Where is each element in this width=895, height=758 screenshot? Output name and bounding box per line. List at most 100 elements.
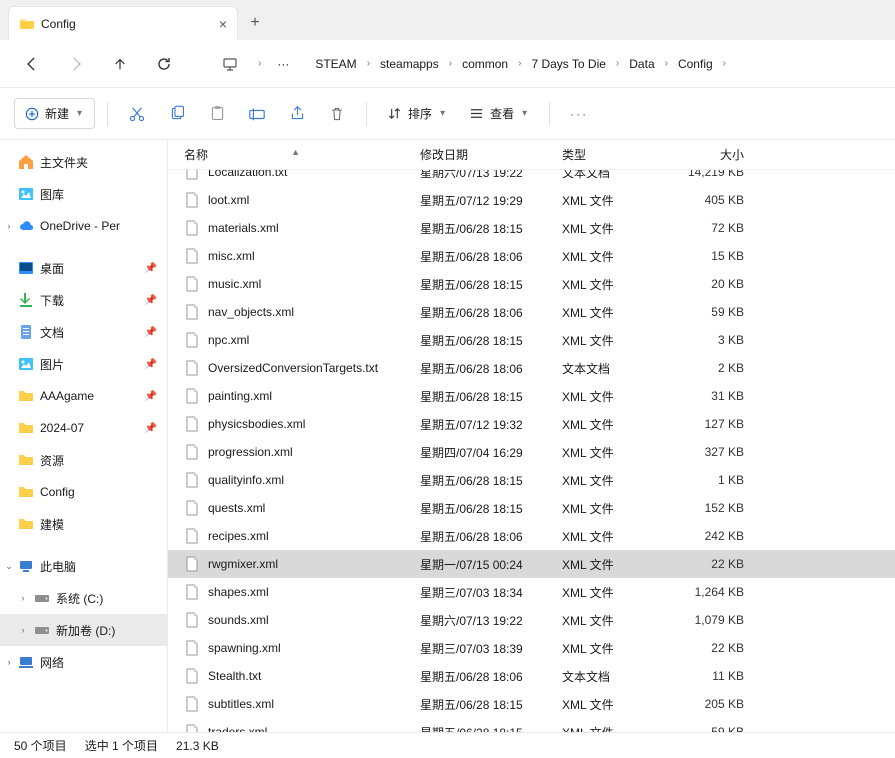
sidebar-item-config[interactable]: Config (0, 476, 167, 508)
pc-icon[interactable] (212, 46, 248, 82)
file-row[interactable]: sounds.xml星期六/07/13 19:22XML 文件1,079 KB (168, 606, 895, 634)
chevron-right-icon[interactable]: › (516, 58, 523, 69)
breadcrumb-steam[interactable]: STEAM (309, 53, 362, 75)
file-row[interactable]: misc.xml星期五/06/28 18:06XML 文件15 KB (168, 242, 895, 270)
view-button[interactable]: 查看 ▾ (461, 105, 537, 122)
breadcrumb-data[interactable]: Data (623, 53, 660, 75)
file-modified: 星期五/07/12 19:29 (420, 192, 562, 209)
refresh-button[interactable] (146, 46, 182, 82)
file-row[interactable]: spawning.xml星期三/07/03 18:39XML 文件22 KB (168, 634, 895, 662)
file-size: 242 KB (678, 529, 758, 543)
file-row[interactable]: npc.xml星期五/06/28 18:15XML 文件3 KB (168, 326, 895, 354)
file-name: traders.xml (208, 725, 267, 732)
file-type: XML 文件 (562, 248, 678, 265)
up-button[interactable] (102, 46, 138, 82)
sidebar-item-ziyuan[interactable]: 资源 (0, 444, 167, 476)
file-size: 22 KB (678, 641, 758, 655)
file-row[interactable]: Stealth.txt星期五/06/28 18:06文本文档11 KB (168, 662, 895, 690)
col-size[interactable]: 大小 (678, 146, 758, 163)
breadcrumb-steamapps[interactable]: steamapps (374, 53, 445, 75)
sidebar-item-d[interactable]: ›新加卷 (D:) (0, 614, 167, 646)
file-row[interactable]: OversizedConversionTargets.txt星期五/06/28 … (168, 354, 895, 382)
chevron-right-icon[interactable]: › (663, 58, 670, 69)
chevron-right-icon[interactable]: › (614, 58, 621, 69)
sidebar-item-thispc[interactable]: ⌄此电脑 (0, 550, 167, 582)
col-name[interactable]: 名称▲ (168, 146, 420, 163)
file-row[interactable]: materials.xml星期五/06/28 18:15XML 文件72 KB (168, 214, 895, 242)
paste-button[interactable] (200, 97, 234, 131)
sidebar-item-onedrive[interactable]: › OneDrive - Per (0, 210, 167, 242)
cut-button[interactable] (120, 97, 154, 131)
file-row[interactable]: shapes.xml星期三/07/03 18:34XML 文件1,264 KB (168, 578, 895, 606)
file-size: 1 KB (678, 473, 758, 487)
sidebar-item-c[interactable]: ›系统 (C:) (0, 582, 167, 614)
file-row[interactable]: nav_objects.xml星期五/06/28 18:06XML 文件59 K… (168, 298, 895, 326)
sidebar-item-aaagame[interactable]: AAAgame📌 (0, 380, 167, 412)
file-row[interactable]: loot.xml星期五/07/12 19:29XML 文件405 KB (168, 186, 895, 214)
breadcrumb-common[interactable]: common (456, 53, 514, 75)
delete-button[interactable] (320, 97, 354, 131)
file-row[interactable]: painting.xml星期五/06/28 18:15XML 文件31 KB (168, 382, 895, 410)
copy-button[interactable] (160, 97, 194, 131)
sidebar-item-network[interactable]: ›网络 (0, 646, 167, 678)
expand-icon[interactable]: › (18, 625, 28, 635)
chevron-down-icon: ▾ (520, 108, 529, 119)
plus-circle-icon (25, 107, 39, 121)
new-button[interactable]: 新建 ▾ (14, 98, 95, 129)
file-size: 205 KB (678, 697, 758, 711)
sidebar-item-label: 资源 (40, 452, 64, 469)
file-type: XML 文件 (562, 640, 678, 657)
file-row[interactable]: quests.xml星期五/06/28 18:15XML 文件152 KB (168, 494, 895, 522)
chevron-right-icon[interactable]: › (256, 58, 263, 69)
rename-button[interactable] (240, 97, 274, 131)
sidebar-item-label: OneDrive - Per (40, 219, 120, 233)
file-name: sounds.xml (208, 613, 269, 627)
pin-icon: 📌 (145, 295, 157, 306)
close-icon[interactable]: × (219, 16, 227, 32)
sidebar-item-2024-07[interactable]: 2024-07📌 (0, 412, 167, 444)
sidebar-item-desktop[interactable]: 桌面📌 (0, 252, 167, 284)
file-size: 2 KB (678, 361, 758, 375)
sidebar-item-home[interactable]: 主文件夹 (0, 146, 167, 178)
chevron-right-icon[interactable]: › (721, 58, 728, 69)
expand-icon[interactable]: › (4, 657, 14, 667)
folder-icon (19, 16, 35, 32)
sidebar-item-pictures[interactable]: 图片📌 (0, 348, 167, 380)
back-button[interactable] (14, 46, 50, 82)
file-row[interactable]: Localization.txt星期六/07/13 19:22文本文档14,21… (168, 170, 895, 186)
file-type: XML 文件 (562, 724, 678, 733)
chevron-right-icon[interactable]: › (447, 58, 454, 69)
file-row[interactable]: progression.xml星期四/07/04 16:29XML 文件327 … (168, 438, 895, 466)
share-button[interactable] (280, 97, 314, 131)
breadcrumb-7-days-to-die[interactable]: 7 Days To Die (525, 53, 611, 75)
file-row[interactable]: traders.xml星期五/06/28 18:15XML 文件59 KB (168, 718, 895, 732)
file-row[interactable]: qualityinfo.xml星期五/06/28 18:15XML 文件1 KB (168, 466, 895, 494)
sidebar-item-documents[interactable]: 文档📌 (0, 316, 167, 348)
file-list[interactable]: Localization.txt星期六/07/13 19:22文本文档14,21… (168, 170, 895, 732)
sidebar-item-gallery[interactable]: 图库 (0, 178, 167, 210)
col-modified[interactable]: 修改日期 (420, 146, 562, 163)
view-icon (469, 106, 484, 121)
file-modified: 星期六/07/13 19:22 (420, 170, 562, 181)
file-row[interactable]: recipes.xml星期五/06/28 18:06XML 文件242 KB (168, 522, 895, 550)
more-button[interactable]: ··· (562, 97, 596, 131)
sidebar-item-jianmo[interactable]: 建模 (0, 508, 167, 540)
chevron-right-icon[interactable]: › (365, 58, 372, 69)
breadcrumb-overflow[interactable]: ··· (271, 53, 295, 75)
expand-icon[interactable]: › (4, 221, 14, 231)
expand-icon[interactable]: ⌄ (4, 561, 14, 572)
file-row[interactable]: rwgmixer.xml星期一/07/15 00:24XML 文件22 KB (168, 550, 895, 578)
forward-button[interactable] (58, 46, 94, 82)
sidebar-item-downloads[interactable]: 下载📌 (0, 284, 167, 316)
breadcrumb-config[interactable]: Config (672, 53, 719, 75)
tab-config[interactable]: Config × (8, 6, 238, 40)
col-type[interactable]: 类型 (562, 146, 678, 163)
expand-icon[interactable]: › (18, 593, 28, 603)
file-row[interactable]: music.xml星期五/06/28 18:15XML 文件20 KB (168, 270, 895, 298)
sort-button[interactable]: 排序 ▾ (379, 105, 455, 122)
file-type: XML 文件 (562, 696, 678, 713)
file-row[interactable]: physicsbodies.xml星期五/07/12 19:32XML 文件12… (168, 410, 895, 438)
file-type: XML 文件 (562, 444, 678, 461)
file-row[interactable]: subtitles.xml星期五/06/28 18:15XML 文件205 KB (168, 690, 895, 718)
new-tab-button[interactable]: + (238, 6, 272, 40)
